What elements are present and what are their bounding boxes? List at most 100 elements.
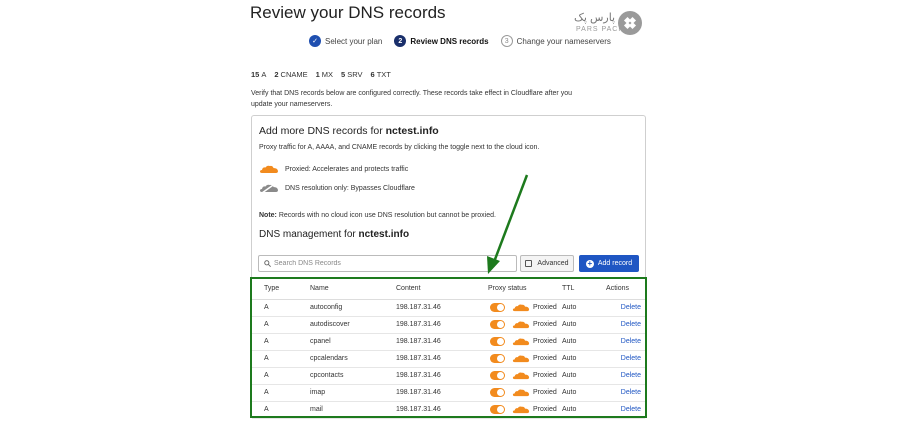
logo-subtext: PARS PACK bbox=[576, 26, 625, 33]
orange-cloud-icon bbox=[512, 372, 530, 380]
col-header-actions: Actions bbox=[600, 279, 645, 300]
record-type: A bbox=[252, 299, 310, 317]
proxy-status: Proxied bbox=[488, 350, 562, 368]
step-label: Review DNS records bbox=[410, 36, 489, 46]
step-number: 3 bbox=[500, 35, 513, 47]
orange-cloud-icon bbox=[512, 321, 530, 329]
col-header-ttl[interactable]: TTL bbox=[562, 279, 600, 300]
step-label: Select your plan bbox=[325, 36, 383, 46]
proxy-label: Proxied bbox=[533, 406, 557, 413]
card-title: Add more DNS records for nctest.info bbox=[259, 125, 439, 137]
record-name[interactable]: cpanel bbox=[310, 333, 396, 351]
record-content[interactable]: 198.187.31.46 bbox=[396, 350, 488, 368]
orange-cloud-icon bbox=[512, 406, 530, 414]
record-type: A bbox=[252, 367, 310, 385]
step-select-plan[interactable]: ✓ Select your plan bbox=[309, 35, 382, 47]
record-name[interactable]: cpcalendars bbox=[310, 350, 396, 368]
plus-icon: + bbox=[585, 258, 594, 268]
record-name[interactable]: autodiscover bbox=[310, 316, 396, 334]
card-description: Proxy traffic for A, AAAA, and CNAME rec… bbox=[259, 144, 540, 151]
add-record-button[interactable]: + Add record bbox=[579, 255, 639, 272]
check-icon: ✓ bbox=[309, 35, 321, 47]
delete-link[interactable]: Delete bbox=[600, 316, 645, 334]
proxy-label: Proxied bbox=[533, 304, 557, 311]
delete-link[interactable]: Delete bbox=[600, 333, 645, 351]
proxy-toggle[interactable] bbox=[490, 388, 505, 397]
record-counts: 15 A 2 CNAME 1 MX 5 SRV 6 TXT bbox=[251, 70, 399, 79]
intro-text: Verify that DNS records below are config… bbox=[251, 90, 572, 108]
proxy-toggle[interactable] bbox=[490, 337, 505, 346]
record-content[interactable]: 198.187.31.46 bbox=[396, 367, 488, 385]
step-change-nameservers[interactable]: 3 Change your nameservers bbox=[500, 35, 611, 47]
note-text: Note: Records with no cloud icon use DNS… bbox=[259, 212, 496, 219]
record-content[interactable]: 198.187.31.46 bbox=[396, 316, 488, 334]
proxy-status: Proxied bbox=[488, 401, 562, 419]
delete-link[interactable]: Delete bbox=[600, 299, 645, 317]
legend-proxied: Proxied: Accelerates and protects traffi… bbox=[259, 164, 408, 174]
search-input[interactable] bbox=[274, 260, 504, 267]
delete-link[interactable]: Delete bbox=[600, 401, 645, 419]
proxy-label: Proxied bbox=[533, 389, 557, 396]
proxy-toggle[interactable] bbox=[490, 371, 505, 380]
legend-dns-only: DNS resolution only: Bypasses Cloudflare bbox=[259, 182, 415, 194]
record-ttl: Auto bbox=[562, 367, 600, 385]
search-box[interactable] bbox=[258, 255, 517, 272]
count-srv: 5 SRV bbox=[341, 70, 363, 79]
record-content[interactable]: 198.187.31.46 bbox=[396, 333, 488, 351]
record-name[interactable]: autoconfig bbox=[310, 299, 396, 317]
record-type: A bbox=[252, 401, 310, 419]
record-type: A bbox=[252, 350, 310, 368]
proxy-toggle[interactable] bbox=[490, 303, 505, 312]
record-content[interactable]: 198.187.31.46 bbox=[396, 299, 488, 317]
delete-link[interactable]: Delete bbox=[600, 367, 645, 385]
delete-link[interactable]: Delete bbox=[600, 384, 645, 402]
dns-management-title: DNS management for nctest.info bbox=[259, 229, 410, 240]
orange-cloud-icon bbox=[512, 304, 530, 312]
record-ttl: Auto bbox=[562, 350, 600, 368]
count-a: 15 A bbox=[251, 70, 267, 79]
col-header-content[interactable]: Content bbox=[396, 279, 488, 300]
proxy-label: Proxied bbox=[533, 338, 557, 345]
record-content[interactable]: 198.187.31.46 bbox=[396, 401, 488, 419]
orange-cloud-icon bbox=[260, 165, 278, 173]
record-type: A bbox=[252, 333, 310, 351]
col-header-type[interactable]: Type bbox=[252, 279, 310, 300]
proxy-toggle[interactable] bbox=[490, 405, 505, 414]
proxy-status: Proxied bbox=[488, 384, 562, 402]
record-name[interactable]: mail bbox=[310, 401, 396, 419]
orange-cloud-icon bbox=[512, 338, 530, 346]
proxy-toggle[interactable] bbox=[490, 320, 505, 329]
count-cname: 2 CNAME bbox=[274, 70, 308, 79]
record-ttl: Auto bbox=[562, 299, 600, 317]
count-txt: 6 TXT bbox=[370, 70, 391, 79]
record-content[interactable]: 198.187.31.46 bbox=[396, 384, 488, 402]
search-icon bbox=[264, 260, 271, 267]
record-ttl: Auto bbox=[562, 384, 600, 402]
proxy-status: Proxied bbox=[488, 316, 562, 334]
count-mx: 1 MX bbox=[315, 70, 334, 79]
dns-records-table-highlight: Type Name Content Proxy status TTL Actio… bbox=[250, 277, 647, 419]
table-row: Acpcontacts 198.187.31.46 Proxied Auto Delet… bbox=[252, 367, 645, 385]
proxy-toggle[interactable] bbox=[490, 354, 505, 363]
orange-cloud-icon bbox=[512, 355, 530, 363]
col-header-name[interactable]: Name bbox=[310, 279, 396, 300]
record-name[interactable]: imap bbox=[310, 384, 396, 402]
col-header-proxy[interactable]: Proxy status bbox=[488, 279, 562, 300]
record-type: A bbox=[252, 384, 310, 402]
annotation-arrow bbox=[487, 174, 529, 274]
table-row: Aimap 198.187.31.46 Proxied Auto Delete bbox=[252, 384, 645, 402]
delete-link[interactable]: Delete bbox=[600, 350, 645, 368]
page-title: Review your DNS records bbox=[250, 3, 446, 22]
step-number: 2 bbox=[394, 35, 407, 47]
table-row: Amail 198.187.31.46 Proxied Auto Delete bbox=[252, 401, 645, 419]
table-row: Aautodiscover 198.187.31.46 Proxied Auto Del… bbox=[252, 316, 645, 334]
record-name[interactable]: cpcontacts bbox=[310, 367, 396, 385]
proxy-label: Proxied bbox=[533, 321, 557, 328]
table-row: Acpcalendars 198.187.31.46 Proxied Auto Dele… bbox=[252, 350, 645, 368]
logo-text: پارس پک bbox=[574, 12, 616, 24]
proxy-status: Proxied bbox=[488, 367, 562, 385]
step-review-dns[interactable]: 2 Review DNS records bbox=[394, 35, 489, 47]
record-type: A bbox=[252, 316, 310, 334]
record-ttl: Auto bbox=[562, 333, 600, 351]
record-ttl: Auto bbox=[562, 401, 600, 419]
